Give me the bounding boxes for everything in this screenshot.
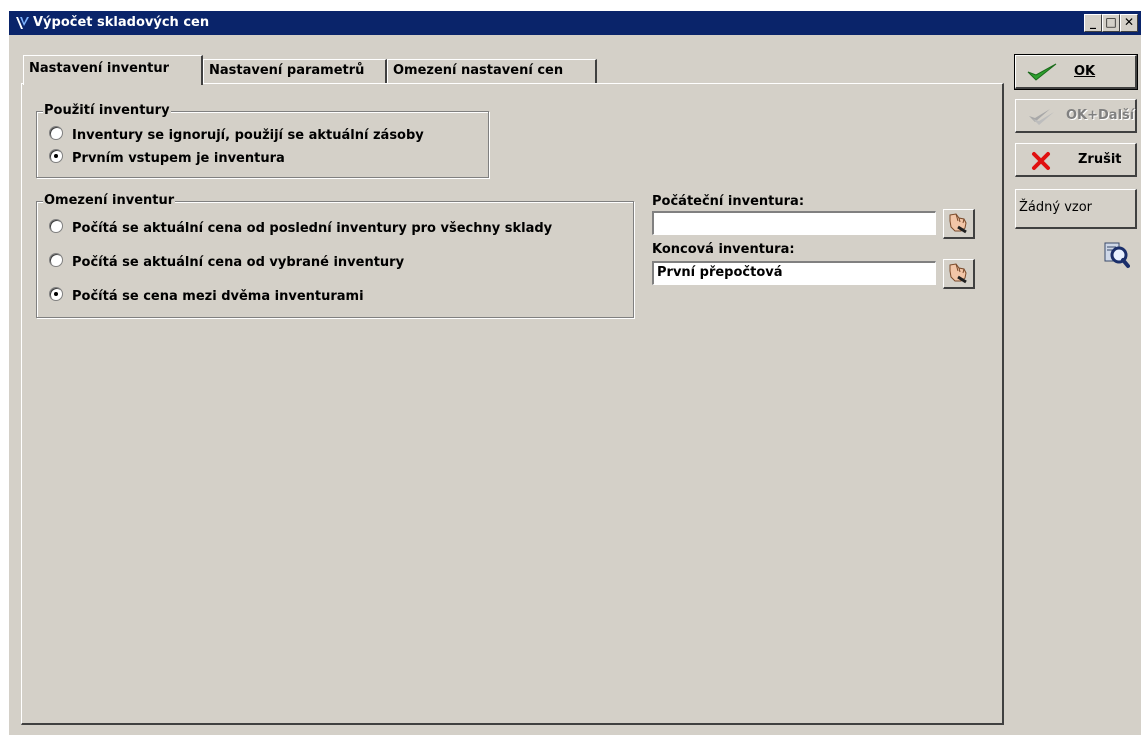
start-inventory-picker-button[interactable]: [943, 209, 975, 239]
ok-label: OK: [1074, 64, 1096, 79]
radio-button[interactable]: [49, 126, 63, 140]
tab-panel: Použití inventury Inventury se ignorují,…: [21, 83, 1004, 725]
double-check-icon: [1029, 109, 1054, 125]
ok-button[interactable]: OK: [1014, 54, 1138, 90]
template-label: Žádný vzor: [1019, 200, 1093, 215]
radio-button-checked[interactable]: [49, 287, 63, 301]
radio-label: Počítá se aktuální cena od poslední inve…: [72, 221, 553, 236]
start-inventory-input[interactable]: [652, 211, 936, 235]
app-logo-icon: [15, 15, 31, 31]
close-button[interactable]: ✕: [1120, 14, 1138, 32]
title-bar[interactable]: Výpočet skladových cen _ □ ✕: [9, 11, 1141, 35]
tab-label: Nastavení parametrů: [209, 63, 365, 78]
radio-ignore-inventories[interactable]: Inventury se ignorují, použijí se aktuál…: [49, 126, 424, 145]
maximize-button[interactable]: □: [1102, 14, 1120, 32]
pointing-hand-icon: [949, 263, 967, 284]
radio-label: Počítá se aktuální cena od vybrané inven…: [72, 255, 405, 270]
end-inventory-input[interactable]: První přepočtová: [652, 261, 936, 285]
radio-first-input-inventory[interactable]: Prvním vstupem je inventura: [49, 149, 285, 168]
check-icon: [1027, 63, 1057, 81]
radio-label: Počítá se cena mezi dvěma inventurami: [72, 289, 364, 304]
cancel-button[interactable]: Zrušit: [1015, 143, 1137, 177]
dialog-window: Výpočet skladových cen _ □ ✕ Nastavení i…: [8, 10, 1141, 735]
radio-button[interactable]: [49, 219, 63, 233]
tab-label: Nastavení inventur: [29, 61, 170, 76]
radio-between-two-inventories[interactable]: Počítá se cena mezi dvěma inventurami: [49, 287, 364, 306]
radio-button-checked[interactable]: [49, 149, 63, 163]
red-x-icon: [1032, 152, 1050, 170]
limit-groupbox: Omezení inventur Počítá se aktuální cena…: [36, 193, 634, 318]
window-title: Výpočet skladových cen: [33, 15, 210, 30]
radio-last-inventory-all-stores[interactable]: Počítá se aktuální cena od poslední inve…: [49, 219, 552, 238]
usage-group-legend: Použití inventury: [43, 103, 171, 119]
end-inventory-label: Koncová inventura:: [652, 242, 795, 257]
tab-nastaveni-inventur[interactable]: Nastavení inventur: [23, 55, 203, 85]
minimize-button[interactable]: _: [1084, 14, 1102, 32]
usage-groupbox: Použití inventury Inventury se ignorují,…: [36, 103, 489, 178]
ok-next-label: OK+Další: [1066, 108, 1135, 123]
pointing-hand-icon: [949, 213, 967, 234]
tab-omezeni-nastaveni-cen[interactable]: Omezení nastavení cen: [387, 59, 597, 83]
radio-label: Prvním vstupem je inventura: [72, 151, 285, 166]
radio-selected-inventory[interactable]: Počítá se aktuální cena od vybrané inven…: [49, 253, 404, 272]
template-button[interactable]: Žádný vzor: [1015, 189, 1137, 229]
radio-button[interactable]: [49, 253, 63, 267]
ok-next-button[interactable]: OK+Další: [1015, 99, 1137, 133]
start-inventory-label: Počáteční inventura:: [652, 194, 805, 209]
magnifier-help-icon[interactable]: [1102, 241, 1130, 269]
end-inventory-picker-button[interactable]: [943, 259, 975, 289]
limit-group-legend: Omezení inventur: [43, 193, 176, 209]
tab-nastaveni-parametru[interactable]: Nastavení parametrů: [203, 59, 387, 83]
radio-label: Inventury se ignorují, použijí se aktuál…: [72, 128, 424, 143]
cancel-label: Zrušit: [1078, 152, 1122, 167]
tab-label: Omezení nastavení cen: [393, 63, 564, 78]
